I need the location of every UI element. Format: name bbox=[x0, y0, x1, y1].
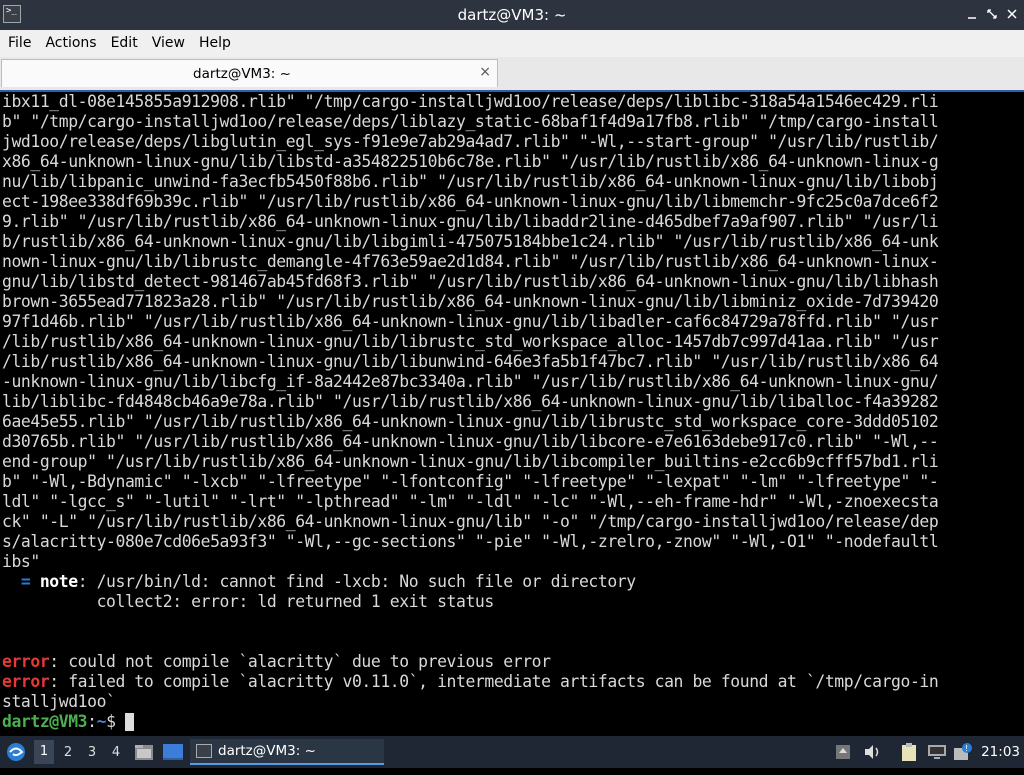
terminal-line: b" "-Wl,-Bdynamic" "-lxcb" "-lfreetype" … bbox=[2, 472, 939, 491]
terminal-line: 6ae45e55.rlib" "/usr/lib/rustlib/x86_64-… bbox=[2, 412, 939, 431]
error-text: : failed to compile `alacritty v0.11.0`,… bbox=[49, 672, 939, 691]
wrap-line: stalljwd1oo` bbox=[2, 692, 116, 711]
workspace-4[interactable]: 4 bbox=[106, 745, 126, 760]
terminal-icon bbox=[196, 744, 212, 758]
prompt-sep: : bbox=[87, 712, 97, 731]
terminal-line: lib/liblibc-fd4848cb46a9e78a.rlib" "/usr… bbox=[2, 392, 939, 411]
terminal-line: /lib/rustlib/x86_64-unknown-linux-gnu/li… bbox=[2, 352, 939, 371]
terminal-line: b/rustlib/x86_64-unknown-linux-gnu/lib/l… bbox=[2, 232, 939, 251]
workspace-2[interactable]: 2 bbox=[58, 745, 78, 760]
tab-bar: dartz@VM3: ~ × bbox=[0, 57, 1024, 90]
terminal-line: gnu/lib/libstd_detect-981467ab45fd68f3.r… bbox=[2, 272, 939, 291]
terminal-scrollbar[interactable] bbox=[998, 92, 1024, 736]
terminal-line: b" "/tmp/cargo-installjwd1oo/release/dep… bbox=[2, 112, 939, 131]
terminal-line: /lib/rustlib/x86_64-unknown-linux-gnu/li… bbox=[2, 332, 939, 351]
note-prefix: = bbox=[2, 572, 40, 591]
error-keyword: error bbox=[2, 672, 50, 691]
start-menu-icon[interactable] bbox=[4, 741, 28, 773]
window-title: dartz@VM3: ~ bbox=[457, 6, 567, 24]
upload-icon[interactable] bbox=[835, 743, 851, 775]
clock[interactable]: 21:03 bbox=[981, 744, 1020, 760]
taskbar: 1 2 3 4 dartz@VM3: ~ ! 21:03 bbox=[0, 736, 1024, 768]
clipboard-icon[interactable] bbox=[900, 742, 918, 774]
prompt-path: ~ bbox=[96, 712, 107, 731]
menu-bar: File Actions Edit View Help bbox=[0, 30, 1024, 57]
terminal-line: ldl" "-lgcc_s" "-lutil" "-lrt" "-lpthrea… bbox=[2, 492, 939, 511]
taskbar-task-terminal[interactable]: dartz@VM3: ~ bbox=[190, 739, 384, 765]
error-text: : could not compile `alacritty` due to p… bbox=[49, 652, 551, 671]
task-label: dartz@VM3: ~ bbox=[218, 743, 316, 759]
menu-edit[interactable]: Edit bbox=[103, 30, 144, 57]
network-icon[interactable] bbox=[927, 743, 947, 775]
menu-help[interactable]: Help bbox=[191, 30, 237, 57]
note-text: : /usr/bin/ld: cannot find -lxcb: No suc… bbox=[77, 572, 636, 591]
terminal-line: ibs" bbox=[2, 552, 40, 571]
terminal-view[interactable]: ibx11_dl-08e145855a912908.rlib" "/tmp/ca… bbox=[0, 90, 1024, 736]
note-line: = note: /usr/bin/ld: cannot find -lxcb: … bbox=[2, 572, 997, 592]
maximize-icon[interactable] bbox=[985, 7, 999, 21]
terminal-line: s/alacritty-080e7cd06e5a93f3" "-Wl,--gc-… bbox=[2, 532, 939, 551]
terminal-output: ibx11_dl-08e145855a912908.rlib" "/tmp/ca… bbox=[2, 92, 997, 736]
menu-actions[interactable]: Actions bbox=[37, 30, 102, 57]
update-notifier-icon[interactable]: ! bbox=[953, 742, 973, 774]
terminal-line: jwd1oo/release/deps/libglutin_egl_sys-f9… bbox=[2, 132, 939, 151]
file-manager-icon[interactable] bbox=[134, 742, 154, 774]
terminal-line: -unknown-linux-gnu/lib/libcfg_if-8a2442e… bbox=[2, 372, 939, 391]
terminal-line: ck" "-L" "/usr/lib/rustlib/x86_64-unknow… bbox=[2, 512, 939, 531]
terminal-line: ibx11_dl-08e145855a912908.rlib" "/tmp/ca… bbox=[2, 92, 939, 111]
svg-text:!: ! bbox=[965, 744, 968, 753]
minimize-icon[interactable] bbox=[965, 7, 979, 21]
terminal-line: nown-linux-gnu/lib/librustc_demangle-4f7… bbox=[2, 252, 939, 271]
terminal-line: d30765b.rlib" "/usr/lib/rustlib/x86_64-u… bbox=[2, 432, 939, 451]
prompt-line[interactable]: dartz@VM3:~$ bbox=[2, 712, 997, 732]
menu-file[interactable]: File bbox=[0, 30, 37, 57]
workspace-1[interactable]: 1 bbox=[34, 740, 54, 764]
terminal-line: brown-3655ead771823a28.rlib" "/usr/lib/r… bbox=[2, 292, 939, 311]
volume-icon[interactable] bbox=[863, 743, 883, 775]
tab-terminal[interactable]: dartz@VM3: ~ × bbox=[1, 59, 498, 87]
terminal-line: x86_64-unknown-linux-gnu/lib/libstd-a354… bbox=[2, 152, 939, 171]
note-keyword: note bbox=[39, 572, 78, 591]
error-line: error: failed to compile `alacritty v0.1… bbox=[2, 672, 997, 692]
text-cursor bbox=[124, 713, 134, 731]
terminal-line: 9.rlib" "/usr/lib/rustlib/x86_64-unknown… bbox=[2, 212, 939, 231]
terminal-line: nu/lib/libpanic_unwind-fa3ecfb5450f88b6.… bbox=[2, 172, 939, 191]
show-desktop-icon[interactable] bbox=[162, 742, 184, 774]
error-keyword: error bbox=[2, 652, 50, 671]
window-titlebar[interactable]: >_ dartz@VM3: ~ bbox=[0, 0, 1024, 30]
collect-line: collect2: error: ld returned 1 exit stat… bbox=[2, 592, 495, 611]
prompt-user: dartz@VM3 bbox=[2, 712, 88, 731]
workspace-3[interactable]: 3 bbox=[82, 745, 102, 760]
tab-close-icon[interactable]: × bbox=[479, 64, 491, 80]
close-icon[interactable] bbox=[1005, 7, 1019, 21]
tab-label: dartz@VM3: ~ bbox=[193, 66, 291, 82]
terminal-line: 97f1d46b.rlib" "/usr/lib/rustlib/x86_64-… bbox=[2, 312, 939, 331]
error-line: error: could not compile `alacritty` due… bbox=[2, 652, 997, 672]
terminal-line: ect-198ee338df69b39c.rlib" "/usr/lib/rus… bbox=[2, 192, 939, 211]
menu-view[interactable]: View bbox=[144, 30, 191, 57]
prompt-symbol: $ bbox=[106, 712, 125, 731]
terminal-line: end-group" "/usr/lib/rustlib/x86_64-unkn… bbox=[2, 452, 939, 471]
